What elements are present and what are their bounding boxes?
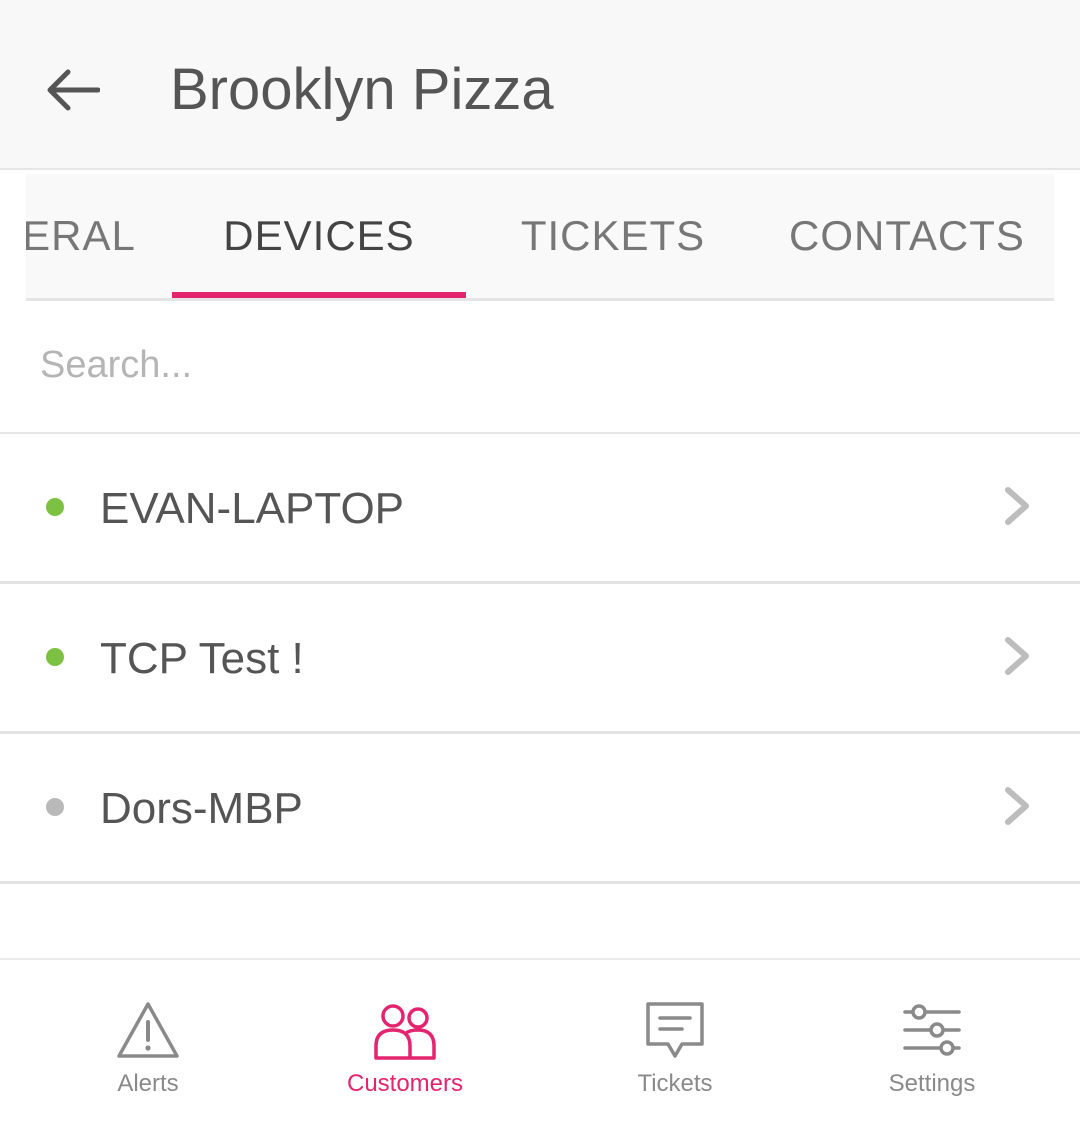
- nav-label: Settings: [888, 1070, 976, 1097]
- device-row[interactable]: EVAN-LAPTOP: [0, 434, 1080, 584]
- chevron-right-icon: [1005, 487, 1029, 525]
- status-dot-offline: [46, 798, 64, 816]
- device-name: EVAN-LAPTOP: [100, 484, 405, 533]
- status-dot-online: [46, 648, 64, 666]
- tab-contacts[interactable]: CONTACTS: [760, 174, 1054, 298]
- nav-tickets[interactable]: Tickets: [575, 960, 775, 1125]
- search-bar: [0, 302, 1080, 434]
- nav-settings[interactable]: Settings: [832, 960, 1032, 1125]
- tab-tickets[interactable]: TICKETS: [466, 174, 760, 298]
- nav-label: Alerts: [117, 1070, 179, 1097]
- sliders-icon: [903, 1004, 961, 1056]
- tab-bar: ERAL DEVICES TICKETS CONTACTS: [26, 174, 1054, 301]
- page-title: Brooklyn Pizza: [170, 57, 554, 122]
- device-list: EVAN-LAPTOP TCP Test ! Dors-MBP: [0, 434, 1080, 884]
- device-row[interactable]: TCP Test !: [0, 584, 1080, 734]
- app-header: Brooklyn Pizza: [0, 0, 1080, 170]
- device-name: TCP Test !: [100, 634, 304, 683]
- nav-alerts[interactable]: Alerts: [48, 960, 248, 1125]
- nav-customers[interactable]: Customers: [305, 960, 505, 1125]
- people-icon: [374, 1004, 436, 1060]
- bottom-navigation: Alerts Customers Tickets Settings: [0, 958, 1080, 1125]
- status-dot-online: [46, 498, 64, 516]
- tab-devices[interactable]: DEVICES: [172, 174, 466, 298]
- app-screen: Brooklyn Pizza ERAL DEVICES TICKETS CONT…: [0, 0, 1080, 1125]
- chat-bubble-icon: [646, 1002, 704, 1058]
- back-button[interactable]: [38, 56, 106, 124]
- chevron-right-icon: [1005, 637, 1029, 675]
- search-input[interactable]: [40, 330, 1040, 400]
- arrow-left-icon: [47, 69, 100, 111]
- device-name: Dors-MBP: [100, 784, 303, 833]
- device-row[interactable]: Dors-MBP: [0, 734, 1080, 884]
- chevron-right-icon: [1005, 787, 1029, 825]
- nav-label: Tickets: [637, 1070, 713, 1097]
- nav-label: Customers: [346, 1070, 464, 1097]
- warning-triangle-icon: [117, 1002, 179, 1058]
- tab-general[interactable]: ERAL: [26, 174, 144, 298]
- active-tab-indicator: [172, 292, 466, 298]
